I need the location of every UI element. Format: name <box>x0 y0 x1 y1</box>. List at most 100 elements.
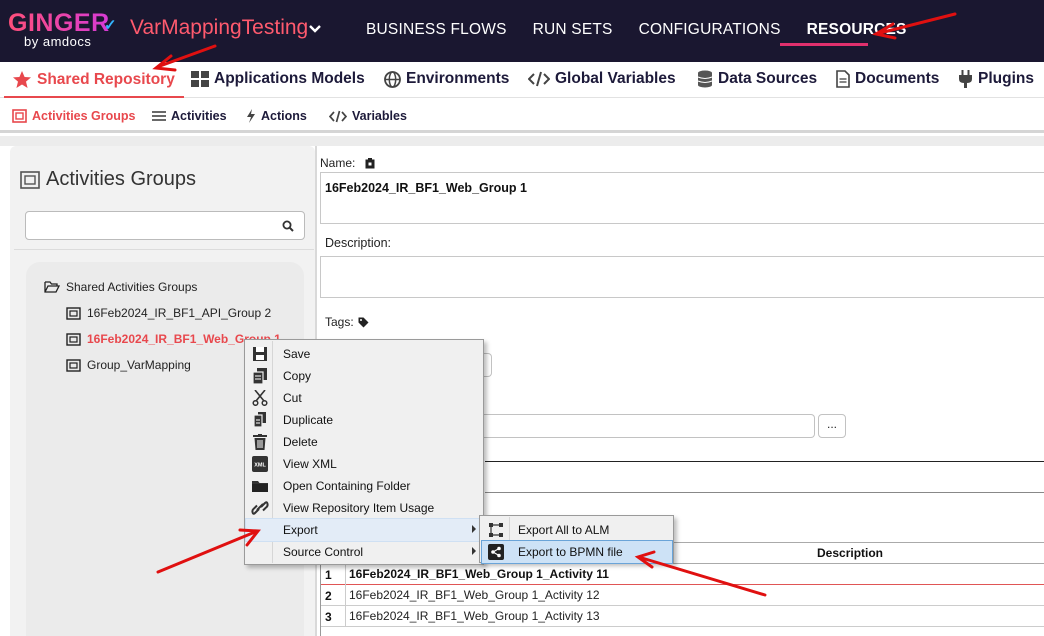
row-number: 3 <box>325 610 332 624</box>
tab-applications-models[interactable]: Applications Models <box>191 70 365 88</box>
activities-group-icon <box>20 170 40 189</box>
menu-item-delete[interactable]: Delete <box>246 431 484 453</box>
repository-nav: Activities Groups Activities Actions Var… <box>0 99 1044 133</box>
submenu-arrow-icon <box>472 547 476 555</box>
browse-button[interactable]: ... <box>818 414 846 438</box>
menu-item-view-usage[interactable]: View Repository Item Usage <box>246 497 484 519</box>
menu-item-copy[interactable]: Copy <box>246 365 484 387</box>
tab-global-variables[interactable]: Global Variables <box>528 70 676 88</box>
tree-item[interactable]: 16Feb2024_IR_BF1_API_Group 2 <box>66 306 271 320</box>
divider <box>485 492 1044 493</box>
panel-title: Activities Groups <box>20 168 196 191</box>
duplicate-icon <box>253 412 266 428</box>
xml-icon: XML <box>252 456 268 472</box>
solution-name[interactable]: VarMappingTesting <box>130 16 308 40</box>
list-icon <box>152 111 166 121</box>
context-menu: Save Copy Cut Duplicate Delete XML View … <box>244 339 485 565</box>
bolt-icon <box>247 109 255 123</box>
activities-group-icon <box>12 109 27 123</box>
activities-group-icon <box>66 358 81 372</box>
menu-item-export-bpmn[interactable]: Export to BPMN file <box>481 540 673 564</box>
folder-icon <box>252 481 268 492</box>
row-number: 2 <box>325 589 332 603</box>
search-icon[interactable] <box>282 220 294 232</box>
logo-check-icon: ✓ <box>104 17 117 34</box>
tab-variables[interactable]: Variables <box>329 109 407 123</box>
row-name: 16Feb2024_IR_BF1_Web_Group 1_Activity 11 <box>349 567 609 581</box>
code-icon <box>329 110 347 122</box>
document-icon <box>836 70 850 88</box>
ginger-logo: GINGER ✓ by amdocs <box>8 9 117 49</box>
copy-icon <box>252 368 267 384</box>
save-icon <box>253 347 267 361</box>
activities-group-icon <box>66 332 81 346</box>
name-label: Name: <box>320 156 375 170</box>
top-bar: GINGER ✓ by amdocs VarMappingTesting BUS… <box>0 0 1044 62</box>
menu-item-save[interactable]: Save <box>246 343 484 365</box>
cell-divider <box>345 564 346 585</box>
search-input[interactable] <box>25 211 305 240</box>
nav-business-flows[interactable]: BUSINESS FLOWS <box>366 21 507 39</box>
tab-plugins[interactable]: Plugins <box>958 70 1034 88</box>
menu-item-open-folder[interactable]: Open Containing Folder <box>246 475 484 497</box>
tab-actions[interactable]: Actions <box>246 109 307 123</box>
tab-documents[interactable]: Documents <box>836 70 939 88</box>
description-field[interactable] <box>320 256 1044 298</box>
menu-item-cut[interactable]: Cut <box>246 387 484 409</box>
top-nav: BUSINESS FLOWS RUN SETS CONFIGURATIONS R… <box>366 21 933 39</box>
tree-item[interactable]: Group_VarMapping <box>66 358 191 372</box>
link-icon <box>251 501 269 515</box>
row-name: 16Feb2024_IR_BF1_Web_Group 1_Activity 13 <box>349 609 600 623</box>
tab-environments[interactable]: Environments <box>384 70 509 88</box>
cell-divider <box>345 585 346 606</box>
divider <box>14 249 314 250</box>
code-icon <box>528 71 550 87</box>
active-tab-underline <box>4 96 184 98</box>
trash-icon <box>253 434 267 450</box>
menu-item-export[interactable]: Export <box>245 518 485 542</box>
row-number: 1 <box>325 568 332 582</box>
alm-icon <box>489 523 503 537</box>
tab-shared-repository[interactable]: Shared Repository <box>12 70 175 89</box>
plug-icon <box>959 70 972 88</box>
description-label: Description: <box>325 236 391 250</box>
nav-resources[interactable]: RESOURCES <box>807 21 907 39</box>
column-header-description[interactable]: Description <box>817 546 883 560</box>
tab-activities[interactable]: Activities <box>152 109 227 123</box>
tab-data-sources[interactable]: Data Sources <box>697 70 817 88</box>
resources-nav: Shared Repository Applications Models En… <box>0 62 1044 98</box>
row-name: 16Feb2024_IR_BF1_Web_Group 1_Activity 12 <box>349 588 600 602</box>
scissors-icon <box>252 390 268 406</box>
name-value: 16Feb2024_IR_BF1_Web_Group 1 <box>325 181 527 195</box>
active-nav-underline <box>780 43 868 46</box>
chevron-down-icon[interactable] <box>308 22 322 36</box>
menu-item-view-xml[interactable]: XML View XML <box>246 453 484 475</box>
logo-text: GINGER <box>8 9 110 37</box>
tab-activities-groups[interactable]: Activities Groups <box>12 109 136 123</box>
tag-icon[interactable] <box>358 317 369 328</box>
globe-icon <box>384 70 401 88</box>
name-field[interactable]: 16Feb2024_IR_BF1_Web_Group 1 <box>320 172 1044 224</box>
cell-divider <box>345 606 346 627</box>
table-row[interactable]: 2 16Feb2024_IR_BF1_Web_Group 1_Activity … <box>321 585 1044 606</box>
clipboard-icon <box>365 157 375 168</box>
path-field[interactable] <box>470 414 815 438</box>
tags-label: Tags: <box>325 315 369 329</box>
divider <box>485 461 1044 462</box>
content-gap <box>0 136 1044 146</box>
grid-icon <box>191 71 209 87</box>
table-row[interactable]: 3 16Feb2024_IR_BF1_Web_Group 1_Activity … <box>321 606 1044 627</box>
folder-open-icon <box>44 281 60 293</box>
nav-configurations[interactable]: CONFIGURATIONS <box>639 21 781 39</box>
xml-badge-text: XML <box>254 463 266 469</box>
star-icon <box>13 71 31 88</box>
nav-run-sets[interactable]: RUN SETS <box>533 21 613 39</box>
activities-group-icon <box>66 306 81 320</box>
menu-item-export-alm[interactable]: Export All to ALM <box>482 519 672 541</box>
table-row[interactable]: 1 16Feb2024_IR_BF1_Web_Group 1_Activity … <box>321 564 1044 585</box>
menu-item-source-control[interactable]: Source Control <box>246 541 484 563</box>
tree-root-item[interactable]: Shared Activities Groups <box>44 280 197 294</box>
menu-item-duplicate[interactable]: Duplicate <box>246 409 484 431</box>
export-submenu: Export All to ALM Export to BPMN file <box>479 515 674 564</box>
share-icon <box>488 544 504 560</box>
